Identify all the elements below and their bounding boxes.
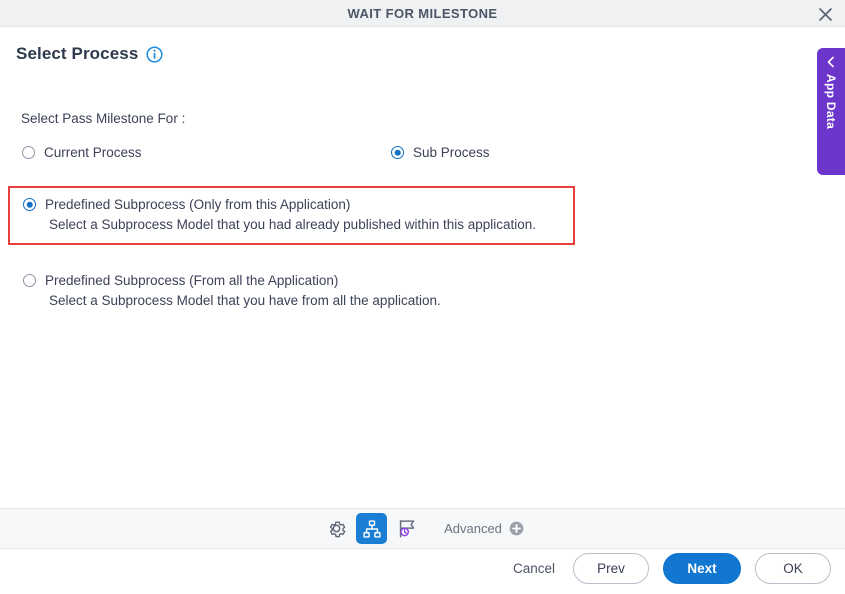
gear-icon bbox=[329, 521, 346, 538]
info-icon[interactable] bbox=[146, 45, 163, 63]
radio-label-sub-process: Sub Process bbox=[413, 145, 490, 160]
page-header: Select Process bbox=[16, 44, 163, 64]
subprocess-option-all-applications[interactable]: Predefined Subprocess (From all the Appl… bbox=[8, 262, 575, 321]
subprocess-option-all-applications-label: Predefined Subprocess (From all the Appl… bbox=[45, 273, 339, 288]
dialog-title: WAIT FOR MILESTONE bbox=[347, 6, 498, 21]
radio-indicator-current-process[interactable] bbox=[22, 146, 35, 159]
chevron-left-icon bbox=[827, 56, 834, 68]
radio-label-current-process: Current Process bbox=[44, 145, 142, 160]
prev-button[interactable]: Prev bbox=[573, 553, 649, 584]
subprocess-option-this-application[interactable]: Predefined Subprocess (Only from this Ap… bbox=[8, 186, 575, 245]
page-title: Select Process bbox=[16, 44, 139, 63]
pass-milestone-label: Select Pass Milestone For : bbox=[21, 111, 186, 126]
radio-indicator-sub-process[interactable] bbox=[391, 146, 404, 159]
process-type-radio-group: Current Process Sub Process bbox=[0, 145, 845, 165]
close-icon bbox=[818, 7, 832, 21]
flag-clock-icon bbox=[399, 519, 414, 538]
hierarchy-icon bbox=[362, 519, 381, 538]
radio-indicator-predefined-all-applications[interactable] bbox=[23, 274, 36, 287]
app-data-tab-label: App Data bbox=[824, 74, 838, 130]
advanced-toggle[interactable]: Advanced bbox=[444, 521, 524, 536]
radio-indicator-predefined-this-application[interactable] bbox=[23, 198, 36, 211]
dialog-actions: Cancel Prev Next OK bbox=[509, 553, 831, 584]
advanced-label: Advanced bbox=[444, 521, 502, 536]
process-tool-button[interactable] bbox=[356, 513, 388, 544]
radio-option-current-process[interactable]: Current Process bbox=[22, 145, 142, 160]
form-toolbar: Advanced bbox=[0, 508, 845, 549]
subprocess-option-this-application-label: Predefined Subprocess (Only from this Ap… bbox=[45, 197, 351, 212]
subprocess-option-all-applications-description: Select a Subprocess Model that you have … bbox=[49, 293, 441, 308]
settings-tool-button[interactable] bbox=[321, 513, 352, 544]
next-button[interactable]: Next bbox=[663, 553, 741, 584]
radio-option-sub-process[interactable]: Sub Process bbox=[391, 145, 490, 160]
milestone-tool-button[interactable] bbox=[391, 513, 422, 544]
dialog-title-bar: WAIT FOR MILESTONE bbox=[0, 0, 845, 27]
cancel-button[interactable]: Cancel bbox=[509, 553, 559, 584]
subprocess-option-this-application-head[interactable]: Predefined Subprocess (Only from this Ap… bbox=[23, 197, 563, 212]
ok-button[interactable]: OK bbox=[755, 553, 831, 584]
close-button[interactable] bbox=[813, 2, 837, 26]
subprocess-option-this-application-description: Select a Subprocess Model that you had a… bbox=[49, 217, 537, 232]
plus-circle-icon[interactable] bbox=[509, 521, 524, 536]
subprocess-option-all-applications-head[interactable]: Predefined Subprocess (From all the Appl… bbox=[23, 273, 563, 288]
